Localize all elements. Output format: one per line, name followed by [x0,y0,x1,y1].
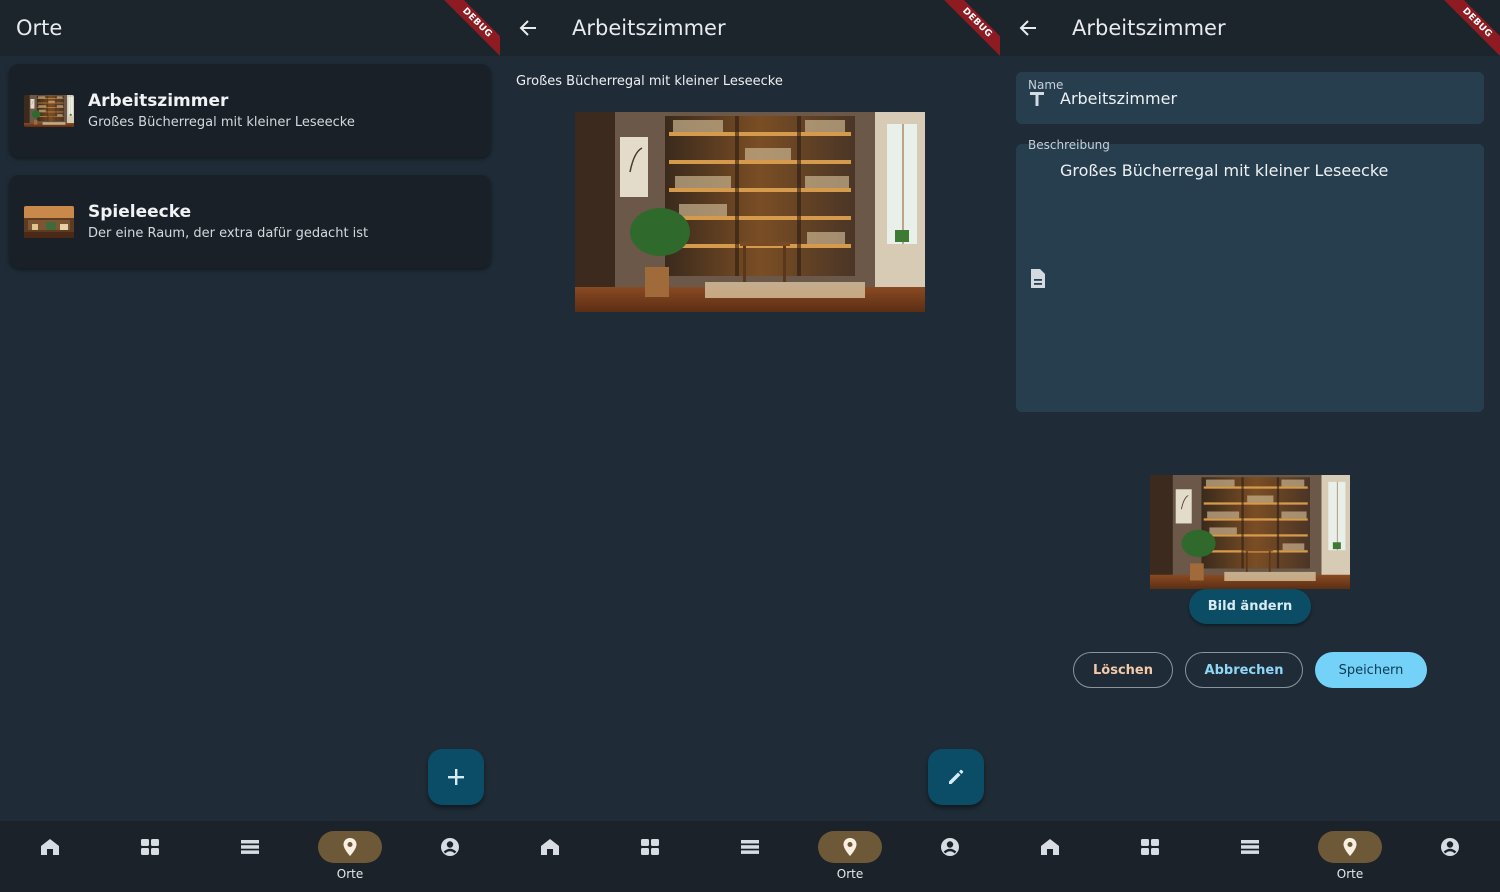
account-icon [1440,837,1460,857]
nav-item-indicator [918,831,982,863]
nav-item-indicator [518,831,582,863]
nav-item-location-pin[interactable]: Orte [318,831,382,887]
bookshelf-room-image [575,112,925,312]
location-pin-icon [1342,837,1358,857]
nav-item-account[interactable] [1418,831,1482,887]
nav-item-indicator [218,831,282,863]
debug-banner-label: DEBUG [1440,0,1500,60]
location-card-arbeitszimmer[interactable]: Arbeitszimmer Großes Bücherregal mit kle… [9,64,491,157]
nav-item-location-pin[interactable]: Orte [818,831,882,887]
bottom-navigation: Orte [0,821,500,892]
pencil-icon [949,769,964,784]
nav-item-home[interactable] [518,831,582,887]
nav-item-label: Orte [1336,867,1364,881]
nav-item-indicator [618,831,682,863]
debug-banner: DEBUG [440,0,500,60]
name-field[interactable]: Name Arbeitszimmer [1016,72,1484,124]
account-icon [940,837,960,857]
card-subtitle: Der eine Raum, der extra dafür gedacht i… [88,226,369,241]
bookshelf-thumbnail [24,94,74,127]
app-bar: Arbeitszimmer [1000,0,1500,56]
nav-item-indicator [1418,831,1482,863]
list-icon [240,839,260,855]
nav-item-list[interactable] [718,831,782,887]
nav-item-indicator [1218,831,1282,863]
nav-item-account[interactable] [918,831,982,887]
location-edit-screen: Arbeitszimmer DEBUG Name Arbeitszimmer B… [1000,0,1500,892]
app-bar: Orte [0,0,500,56]
location-image-preview [1150,475,1350,589]
list-icon [1240,839,1260,855]
nav-item-indicator [418,831,482,863]
nav-item-dashboard[interactable] [118,831,182,887]
name-input[interactable]: Arbeitszimmer [1060,89,1177,108]
location-pin-icon [842,837,858,857]
locations-list-screen: Orte DEBUG Arbeitszimmer Großes Bücherre… [0,0,500,892]
debug-banner: DEBUG [1440,0,1500,60]
page-title: Orte [16,16,63,40]
arrow-back-icon [519,20,536,36]
page-title: Arbeitszimmer [572,16,726,40]
card-title: Arbeitszimmer [88,91,229,111]
back-button[interactable] [500,0,556,56]
nav-item-indicator [118,831,182,863]
nav-item-label: Orte [836,867,864,881]
location-card-spieleecke[interactable]: Spieleecke Der eine Raum, der extra dafü… [9,175,491,268]
description-input[interactable]: Großes Bücherregal mit kleiner Leseecke [1060,161,1388,180]
account-icon [440,837,460,857]
nav-item-dashboard[interactable] [1118,831,1182,887]
nav-item-home[interactable] [18,831,82,887]
delete-button[interactable]: Löschen [1073,652,1173,688]
bottom-navigation: Orte [1000,821,1500,892]
change-image-button[interactable]: Bild ändern [1189,589,1311,624]
description-icon [1031,269,1045,288]
description-field[interactable]: Beschreibung Großes Bücherregal mit klei… [1016,138,1484,412]
nav-item-account[interactable] [418,831,482,887]
nav-item-dashboard[interactable] [618,831,682,887]
nav-item-list[interactable] [218,831,282,887]
nav-item-indicator [1018,831,1082,863]
nav-item-list[interactable] [1218,831,1282,887]
nav-item-indicator [718,831,782,863]
nav-item-indicator [1318,831,1382,863]
home-icon [1040,838,1060,856]
home-icon [40,838,60,856]
location-pin-icon [342,837,358,857]
game-room-thumbnail [24,205,74,238]
card-title: Spieleecke [88,202,192,222]
list-icon [740,839,760,855]
nav-item-home[interactable] [1018,831,1082,887]
nav-item-location-pin[interactable]: Orte [1318,831,1382,887]
nav-item-indicator [18,831,82,863]
dashboard-icon [1140,838,1160,856]
location-description: Großes Bücherregal mit kleiner Leseecke [516,74,783,89]
page-title: Arbeitszimmer [1072,16,1226,40]
nav-item-indicator [818,831,882,863]
nav-item-label: Orte [336,867,364,881]
save-button[interactable]: Speichern [1315,652,1427,688]
description-field-label: Beschreibung [1028,138,1110,152]
plus-icon [448,769,464,785]
location-detail-screen: Arbeitszimmer DEBUG Großes Bücherregal m… [500,0,1000,892]
dashboard-icon [640,838,660,856]
debug-banner: DEBUG [940,0,1000,60]
home-icon [540,838,560,856]
add-location-button[interactable] [428,749,484,805]
nav-item-indicator [1118,831,1182,863]
card-subtitle: Großes Bücherregal mit kleiner Leseecke [88,115,355,130]
debug-banner-label: DEBUG [440,0,500,60]
edit-location-button[interactable] [928,749,984,805]
nav-item-indicator [318,831,382,863]
back-button[interactable] [1000,0,1056,56]
arrow-back-icon [1019,20,1036,36]
cancel-button[interactable]: Abbrechen [1185,652,1303,688]
text-fields-icon [1030,92,1044,106]
dashboard-icon [140,838,160,856]
debug-banner-label: DEBUG [940,0,1000,60]
bottom-navigation: Orte [500,821,1000,892]
app-bar: Arbeitszimmer [500,0,1000,56]
